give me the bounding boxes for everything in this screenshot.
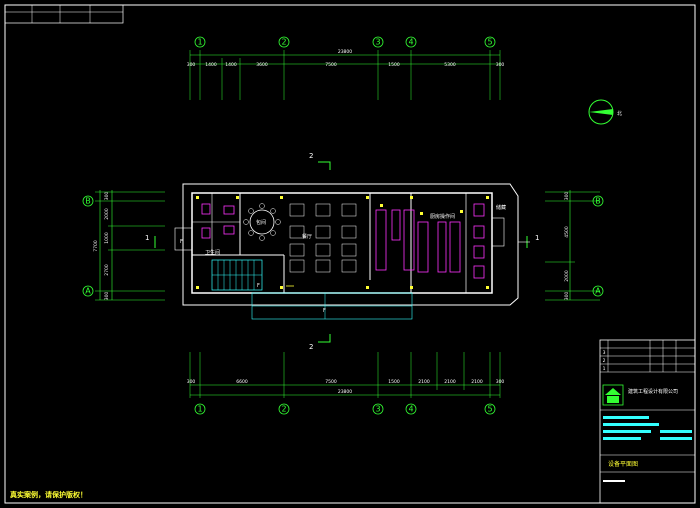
bottom-dim: 2100 xyxy=(471,379,483,385)
section-mark-top: 2 xyxy=(309,152,313,160)
bottom-dim: 2100 xyxy=(444,379,456,385)
grid-bubble-label: 1 xyxy=(197,405,202,414)
right-dim: 300 xyxy=(564,192,570,201)
grid-bubble-label: B xyxy=(85,197,91,206)
bottom-grid-bubbles: 1 2 3 4 5 xyxy=(194,403,496,415)
building-plan: F 卫生间 包间 厨房操作间 储藏 F 餐厅 F xyxy=(174,183,530,320)
top-left-stamp xyxy=(4,4,124,24)
section-mark-left: 1 xyxy=(145,234,149,242)
title-block: 3 2 1 建筑工程设计有限公司 设备平面图 xyxy=(599,339,696,504)
left-total-dim: 7700 xyxy=(93,240,99,252)
grid-bubble-label: 3 xyxy=(375,38,380,47)
room-label-restroom: 卫生间 xyxy=(205,249,220,256)
grid-bubble-label: B xyxy=(595,197,601,206)
room-label-dining: 餐厅 xyxy=(302,233,312,240)
room-label-kitchen: 厨房操作间 xyxy=(430,213,455,220)
top-grid-bubbles: 1 2 3 4 5 xyxy=(194,36,496,48)
top-dim: 1400 xyxy=(205,62,217,68)
top-total-dim: 23800 xyxy=(338,49,352,55)
left-dimension-chain: 300 2000 1000 2700 300 7700 xyxy=(93,190,165,300)
right-dim: 300 xyxy=(564,292,570,301)
round-table: 包间 xyxy=(243,203,281,241)
north-arrow-icon: 北 xyxy=(588,99,622,125)
grid-bubble-label: A xyxy=(595,287,601,296)
top-dimension-chain: 23800 300 1400 1400 3600 7500 1500 5300 … xyxy=(187,49,505,100)
right-dimension-chain: 300 4500 2000 300 xyxy=(545,190,600,300)
bottom-dimension-chain: 300 6600 7500 1500 2100 2100 2100 300 23… xyxy=(187,352,505,398)
right-dim: 4500 xyxy=(564,226,570,238)
grid-bubble-label: 2 xyxy=(281,405,286,414)
left-dim: 2700 xyxy=(104,264,110,276)
top-dim: 1400 xyxy=(225,62,237,68)
cad-drawing-canvas: 23800 300 1400 1400 3600 7500 1500 5 300 … xyxy=(4,4,696,504)
grid-bubble-label: 1 xyxy=(197,38,202,47)
section-mark-bottom: 2 xyxy=(309,343,313,351)
kitchen-equipment: 厨房操作间 储藏 xyxy=(375,203,506,279)
company-name: 建筑工程设计有限公司 xyxy=(628,388,678,395)
bottom-dim: 7500 xyxy=(325,379,337,385)
bottom-dim: 1500 xyxy=(388,379,400,385)
grid-bubble-label: 5 xyxy=(487,405,492,414)
dining-tables xyxy=(289,203,357,273)
top-dim: 3600 xyxy=(256,62,268,68)
left-dim: 2000 xyxy=(104,208,110,220)
left-dim: 300 xyxy=(104,192,110,201)
north-label: 北 xyxy=(617,110,622,117)
drawing-title: 设备平面图 xyxy=(608,460,638,468)
top-dim: 1500 xyxy=(388,62,400,68)
bottom-dim: 6600 xyxy=(236,379,248,385)
top-dim: 300 xyxy=(496,62,505,68)
grid-bubble-label: 2 xyxy=(281,38,286,47)
section-mark-right: 1 xyxy=(535,234,539,242)
door-mark: F xyxy=(257,283,260,289)
right-dim: 2000 xyxy=(564,270,570,282)
company-logo xyxy=(602,384,624,406)
top-dim: 5300 xyxy=(444,62,456,68)
copyright-warning: 真实案例，请保护版权！ xyxy=(10,490,87,499)
grid-bubble-label: 4 xyxy=(408,405,413,414)
stair xyxy=(211,259,263,291)
left-dim: 1000 xyxy=(104,232,110,244)
top-dim: 7500 xyxy=(325,62,337,68)
room-label-storage: 储藏 xyxy=(496,204,506,211)
title-row-number: 3 xyxy=(603,350,606,356)
bottom-dim: 300 xyxy=(187,379,196,385)
left-dim: 300 xyxy=(104,292,110,301)
grid-bubble-label: A xyxy=(85,287,91,296)
top-dim: 300 xyxy=(187,62,196,68)
title-row-number: 2 xyxy=(603,358,606,364)
door-mark: F xyxy=(323,308,326,314)
bottom-total-dim: 23800 xyxy=(338,389,352,395)
bottom-dim: 300 xyxy=(496,379,505,385)
room-label-private: 包间 xyxy=(256,219,266,226)
grid-bubble-label: 3 xyxy=(375,405,380,414)
grid-bubble-label: 5 xyxy=(487,38,492,47)
right-grid-bubbles: B A xyxy=(592,195,604,297)
glazed-entrance: F xyxy=(251,292,413,320)
drawing-frame xyxy=(4,4,696,504)
title-row-number: 1 xyxy=(603,366,606,372)
door-mark: F xyxy=(180,239,183,245)
grid-bubble-label: 4 xyxy=(408,38,413,47)
left-grid-bubbles: B A xyxy=(82,195,94,297)
bottom-dim: 2100 xyxy=(418,379,430,385)
